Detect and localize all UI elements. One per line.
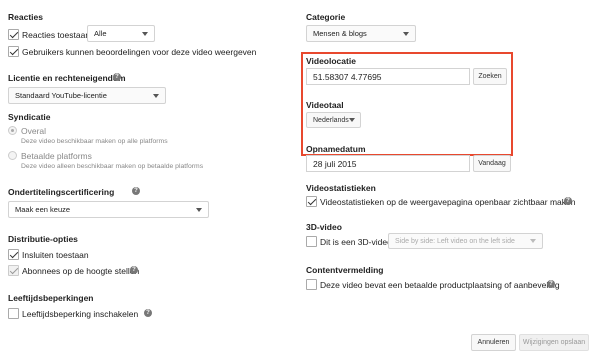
allow-comments-checkbox[interactable] bbox=[8, 29, 19, 40]
allow-comments-label: Reacties toestaan bbox=[22, 30, 91, 40]
age-restriction-heading: Leeftijdsbeperkingen bbox=[8, 293, 94, 303]
video-location-heading: Videolocatie bbox=[306, 56, 356, 66]
syndication-paid-desc: Deze video alleen beschikbaar maken op b… bbox=[21, 163, 204, 170]
syndication-everywhere-label: Overal bbox=[21, 126, 47, 136]
age-restriction-label: Leeftijdsbeperking inschakelen bbox=[22, 309, 139, 319]
help-icon[interactable]: ? bbox=[130, 266, 138, 274]
video-location-input[interactable]: 51.58307 4.77695 bbox=[306, 68, 470, 85]
save-changes-button[interactable]: Wijzigingen opslaan bbox=[519, 334, 589, 351]
help-icon[interactable]: ? bbox=[144, 309, 152, 317]
video-stats-label: Videostatistieken op de weergavepagina o… bbox=[320, 197, 576, 207]
video-language-select[interactable]: Nederlands bbox=[306, 112, 361, 128]
help-icon[interactable]: ? bbox=[547, 280, 555, 288]
3d-video-label: Dit is een 3D-video bbox=[320, 237, 392, 247]
ratings-checkbox[interactable] bbox=[8, 46, 19, 57]
video-language-heading: Videotaal bbox=[306, 100, 344, 110]
3d-video-checkbox[interactable] bbox=[306, 236, 317, 247]
notify-subscribers-checkbox[interactable] bbox=[8, 265, 19, 276]
help-icon[interactable]: ? bbox=[132, 187, 140, 195]
age-restriction-checkbox[interactable] bbox=[8, 308, 19, 319]
comments-filter-value: Alle bbox=[94, 29, 107, 38]
paid-promotion-label: Deze video bevat een betaalde productpla… bbox=[320, 280, 560, 290]
video-stats-checkbox[interactable] bbox=[306, 196, 317, 207]
chevron-down-icon bbox=[196, 207, 202, 212]
chevron-down-icon bbox=[142, 31, 148, 36]
subtitles-value: Maak een keuze bbox=[15, 205, 71, 214]
license-heading: Licentie en rechteneigendom bbox=[8, 73, 126, 83]
syndication-paid-label: Betaalde platforms bbox=[21, 151, 92, 161]
video-location-value: 51.58307 4.77695 bbox=[313, 71, 382, 82]
category-value: Mensen & blogs bbox=[313, 29, 367, 38]
recording-date-input[interactable]: 28 juli 2015 bbox=[306, 155, 470, 172]
comments-heading: Reacties bbox=[8, 12, 43, 22]
allow-embed-checkbox[interactable] bbox=[8, 249, 19, 260]
subtitles-select[interactable]: Maak een keuze bbox=[8, 201, 209, 218]
allow-embed-label: Insluiten toestaan bbox=[22, 250, 89, 260]
syndication-paid-radio[interactable] bbox=[8, 151, 17, 160]
license-value: Standaard YouTube-licentie bbox=[15, 91, 107, 100]
chevron-down-icon bbox=[530, 239, 536, 243]
notify-subscribers-label: Abonnees op de hoogte stellen bbox=[22, 266, 140, 276]
chevron-down-icon bbox=[403, 31, 409, 36]
cancel-button[interactable]: Annuleren bbox=[471, 334, 516, 351]
3d-video-heading: 3D-video bbox=[306, 222, 342, 232]
help-icon[interactable]: ? bbox=[113, 73, 121, 81]
video-language-value: Nederlands bbox=[313, 116, 349, 124]
category-heading: Categorie bbox=[306, 12, 346, 22]
search-button[interactable]: Zoeken bbox=[473, 68, 507, 85]
3d-format-select[interactable]: Side by side: Left video on the left sid… bbox=[388, 233, 543, 249]
category-select[interactable]: Mensen & blogs bbox=[306, 25, 416, 42]
comments-filter-select[interactable]: Alle bbox=[87, 25, 155, 42]
syndication-everywhere-desc: Deze video beschikbaar maken op alle pla… bbox=[21, 138, 168, 145]
video-stats-heading: Videostatistieken bbox=[306, 183, 376, 193]
license-select[interactable]: Standaard YouTube-licentie bbox=[8, 87, 166, 104]
subtitles-heading: Ondertitelingscertificering bbox=[8, 187, 115, 197]
recording-date-value: 28 juli 2015 bbox=[313, 158, 357, 169]
ratings-label: Gebruikers kunnen beoordelingen voor dez… bbox=[22, 47, 257, 57]
paid-promotion-checkbox[interactable] bbox=[306, 279, 317, 290]
chevron-down-icon bbox=[349, 118, 355, 122]
content-declaration-heading: Contentvermelding bbox=[306, 265, 384, 275]
help-icon[interactable]: ? bbox=[564, 197, 572, 205]
chevron-down-icon bbox=[153, 93, 159, 98]
recording-date-heading: Opnamedatum bbox=[306, 144, 366, 154]
syndication-everywhere-radio[interactable] bbox=[8, 126, 17, 135]
syndication-heading: Syndicatie bbox=[8, 112, 51, 122]
3d-format-value: Side by side: Left video on the left sid… bbox=[395, 237, 515, 245]
today-button[interactable]: Vandaag bbox=[473, 155, 511, 172]
distribution-heading: Distributie-opties bbox=[8, 234, 78, 244]
